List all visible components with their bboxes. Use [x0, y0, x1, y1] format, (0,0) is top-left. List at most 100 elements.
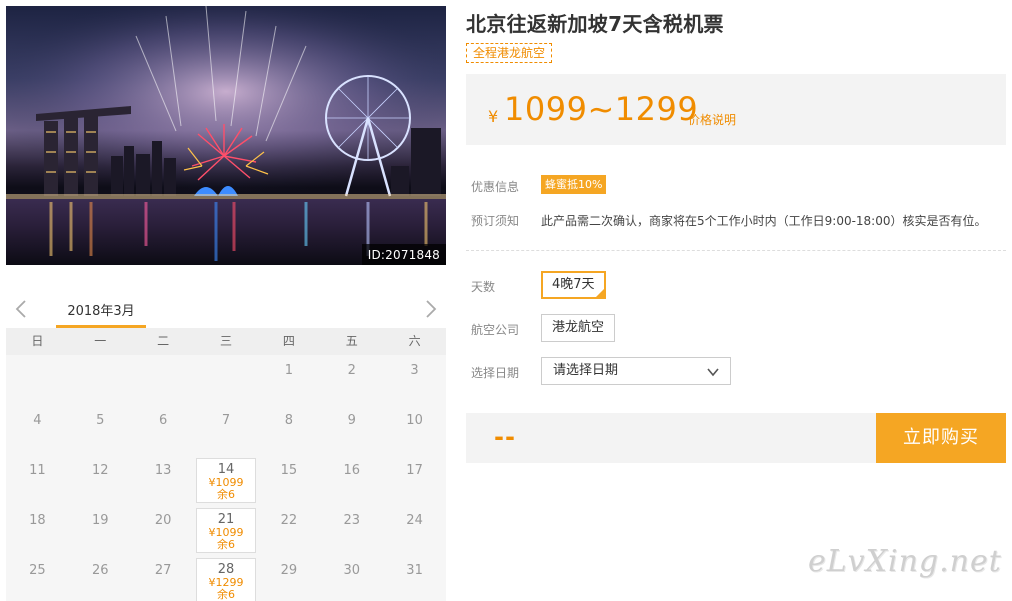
- calendar-grid: 1 2 3 4 5 6 7 8 9 10 11 12 13 14 ¥1099 余6 15 16 17 18 19 20 21…: [6, 355, 446, 601]
- calendar-day-number: 20: [154, 513, 172, 528]
- site-watermark: eLvXing.net: [808, 544, 1002, 579]
- buy-now-button[interactable]: 立即购买: [876, 413, 1006, 463]
- product-title: 北京往返新加坡7天含税机票: [466, 12, 724, 36]
- calendar-day: 1: [257, 355, 320, 405]
- calendar-day-number: 15: [280, 463, 298, 478]
- calendar-day: 26: [69, 555, 132, 601]
- calendar-weekday-header: 日一二三四五六: [6, 328, 446, 355]
- weekday-label: 一: [94, 334, 107, 348]
- calendar-day-stock: 余6: [216, 588, 235, 601]
- calendar-day-number: 6: [158, 413, 168, 428]
- calendar-day: 12: [69, 455, 132, 505]
- calendar-day-stock: 余6: [216, 488, 235, 501]
- calendar-day-number: 3: [410, 363, 419, 378]
- chevron-left-icon: [15, 300, 26, 318]
- chevron-down-icon: [707, 368, 719, 377]
- calendar-day: [69, 355, 132, 405]
- days-option-selected[interactable]: 4晚7天: [541, 271, 606, 299]
- price-range: 1099~1299: [504, 90, 699, 128]
- weekday-label: 二: [157, 334, 170, 348]
- calendar-day-number: 26: [92, 563, 109, 578]
- promo-label: 优惠信息: [471, 180, 520, 194]
- airline-option-text: 港龙航空: [552, 320, 605, 335]
- days-label: 天数: [471, 280, 496, 294]
- calendar-day: 13: [132, 455, 195, 505]
- price-panel: ¥ 1099~1299 价格说明: [466, 74, 1006, 145]
- calendar-day-number: 31: [406, 563, 423, 578]
- calendar-day: 11: [6, 455, 69, 505]
- calendar-day: [132, 355, 195, 405]
- calendar-day: 10: [383, 405, 446, 455]
- calendar-day-number: 8: [284, 413, 293, 428]
- weekday-label: 五: [345, 334, 358, 348]
- calendar-day-number: 17: [406, 463, 423, 478]
- calendar-day: 29: [257, 555, 320, 601]
- calendar-day: 6: [132, 405, 195, 455]
- calendar-day-number: 11: [29, 463, 46, 478]
- calendar-day-number: 27: [154, 563, 172, 578]
- calendar-day: 19: [69, 505, 132, 555]
- calendar-day-number: 12: [92, 463, 109, 478]
- calendar-day: 5: [69, 405, 132, 455]
- calendar-day-number: 30: [343, 563, 360, 578]
- date-label: 选择日期: [471, 366, 520, 380]
- date-select[interactable]: 请选择日期: [541, 357, 731, 385]
- calendar-day: 25: [6, 555, 69, 601]
- days-option-text: 4晚7天: [552, 277, 595, 292]
- calendar-day-number: 1: [284, 363, 293, 378]
- airline-option[interactable]: 港龙航空: [541, 314, 616, 342]
- next-month-button[interactable]: [422, 298, 440, 320]
- promo-badge: 蜂蜜抵10%: [541, 175, 607, 194]
- chevron-right-icon: [426, 300, 437, 318]
- calendar-day: [195, 355, 258, 405]
- calendar-day-number: 10: [406, 413, 423, 428]
- notice-label: 预订须知: [471, 214, 520, 228]
- photo-id-label: ID:2071848: [361, 244, 446, 265]
- singapore-skyline-illustration: [6, 6, 446, 265]
- calendar-day: 24: [383, 505, 446, 555]
- calendar-day-number: 5: [96, 413, 105, 428]
- calendar-day-number: 25: [29, 563, 46, 578]
- calendar-day: 30: [320, 555, 383, 601]
- price-explanation-link[interactable]: 价格说明: [688, 111, 736, 128]
- calendar-day-stock: 余6: [216, 538, 235, 551]
- calendar-nav: 2018年3月: [6, 290, 446, 328]
- calendar-day-number: 9: [347, 413, 356, 428]
- calendar-day-number: 16: [343, 463, 360, 478]
- calendar-day: [6, 355, 69, 405]
- section-divider: [466, 250, 1006, 251]
- calendar-day-available[interactable]: 21 ¥1099 余6: [195, 508, 257, 553]
- calendar-day-number: 19: [92, 513, 109, 528]
- calendar-day: 16: [320, 455, 383, 505]
- calendar-day-available[interactable]: 28 ¥1299 余6: [195, 558, 257, 601]
- calendar-day: 2: [320, 355, 383, 405]
- weekday-label: 六: [408, 334, 421, 348]
- calendar-day-number: 14: [217, 462, 235, 477]
- airline-tag: 全程港龙航空: [466, 43, 553, 63]
- prev-month-button[interactable]: [12, 298, 30, 320]
- calendar-day: 3: [383, 355, 446, 405]
- calendar-day: 22: [257, 505, 320, 555]
- calendar-day-number: 29: [280, 563, 298, 578]
- calendar-day: 23: [320, 505, 383, 555]
- calendar-day: 20: [132, 505, 195, 555]
- total-price: --: [494, 423, 516, 451]
- calendar-day: 9: [320, 405, 383, 455]
- calendar-day-number: 24: [406, 513, 423, 528]
- calendar-day: 18: [6, 505, 69, 555]
- weekday-label: 四: [282, 334, 295, 348]
- calendar-month-tab[interactable]: 2018年3月: [56, 300, 146, 319]
- calendar-day: 4: [6, 405, 69, 455]
- date-select-text: 请选择日期: [553, 363, 619, 378]
- airline-label: 航空公司: [471, 323, 520, 337]
- calendar-day: 15: [257, 455, 320, 505]
- calendar-day-number: 18: [29, 513, 46, 528]
- calendar-day-number: 21: [217, 512, 235, 527]
- calendar-day-number: 13: [154, 463, 172, 478]
- selected-corner-icon: [594, 288, 605, 298]
- calendar-day-number: 23: [343, 513, 360, 528]
- calendar-day-number: 28: [217, 562, 235, 577]
- calendar-day-available[interactable]: 14 ¥1099 余6: [195, 458, 257, 503]
- calendar-day: 8: [257, 405, 320, 455]
- calendar-day: 27: [132, 555, 195, 601]
